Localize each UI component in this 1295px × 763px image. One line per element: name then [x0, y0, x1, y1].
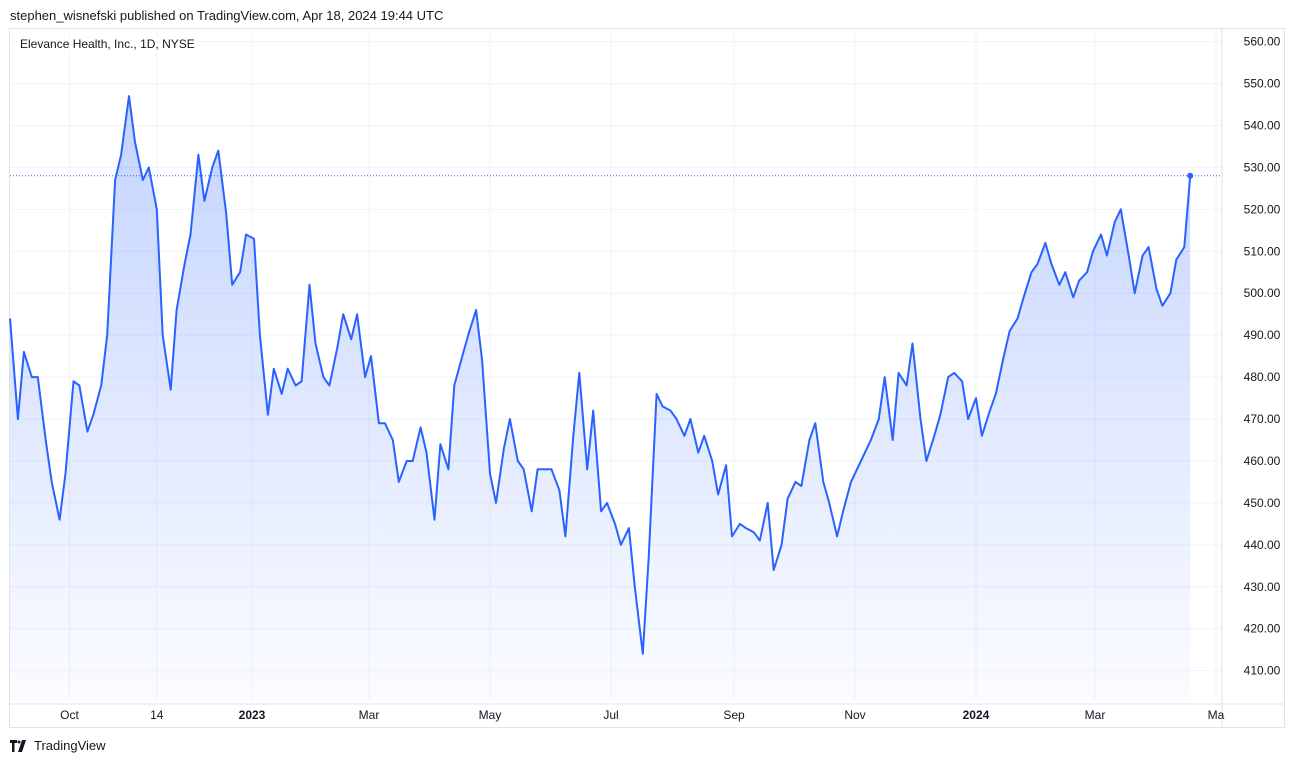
y-tick-label: 490.00	[1244, 328, 1281, 342]
price-chart[interactable]: 560.00 550.00 540.00 530.00 520.00 510.00 500.…	[0, 0, 1295, 763]
x-tick-label: 14	[150, 708, 164, 722]
x-tick-label: Sep	[723, 708, 745, 722]
x-tick-label: 2023	[239, 708, 266, 722]
y-tick-label: 430.00	[1244, 580, 1281, 594]
y-tick-label: 450.00	[1244, 496, 1281, 510]
y-tick-label: 550.00	[1244, 77, 1281, 91]
y-axis[interactable]: 560.00 550.00 540.00 530.00 520.00 510.00 500.…	[1221, 29, 1281, 728]
tradingview-logo-icon	[10, 739, 26, 752]
y-tick-label: 520.00	[1244, 202, 1281, 216]
last-price-point[interactable]	[1187, 172, 1194, 179]
y-tick-label: 530.00	[1244, 160, 1281, 174]
y-tick-label: 440.00	[1244, 538, 1281, 552]
x-tick-label: Jul	[603, 708, 618, 722]
x-tick-label: May	[479, 708, 502, 722]
y-tick-label: 470.00	[1244, 412, 1281, 426]
y-tick-label: 420.00	[1244, 622, 1281, 636]
x-tick-label: Ma	[1208, 708, 1225, 722]
x-tick-label: Mar	[359, 708, 380, 722]
x-tick-label: 2024	[963, 708, 990, 722]
y-tick-label: 500.00	[1244, 286, 1281, 300]
tradingview-brand-label: TradingView	[34, 738, 106, 753]
y-tick-label: 480.00	[1244, 370, 1281, 384]
y-tick-label: 510.00	[1244, 244, 1281, 258]
x-tick-label: Mar	[1085, 708, 1106, 722]
series-layer	[9, 95, 1222, 701]
x-tick-label: Nov	[844, 708, 865, 722]
y-tick-label: 410.00	[1244, 664, 1281, 678]
series-area-fill	[10, 96, 1191, 701]
y-tick-label: 460.00	[1244, 454, 1281, 468]
x-tick-label: Oct	[60, 708, 79, 722]
x-axis[interactable]: Oct 14 2023 Mar May Jul Sep Nov 2024 Mar Ma	[10, 703, 1285, 722]
footer-brand[interactable]: TradingView	[10, 738, 106, 753]
y-tick-label: 560.00	[1244, 35, 1281, 49]
symbol-legend[interactable]: Elevance Health, Inc., 1D, NYSE	[18, 37, 197, 51]
y-tick-label: 540.00	[1244, 118, 1281, 132]
